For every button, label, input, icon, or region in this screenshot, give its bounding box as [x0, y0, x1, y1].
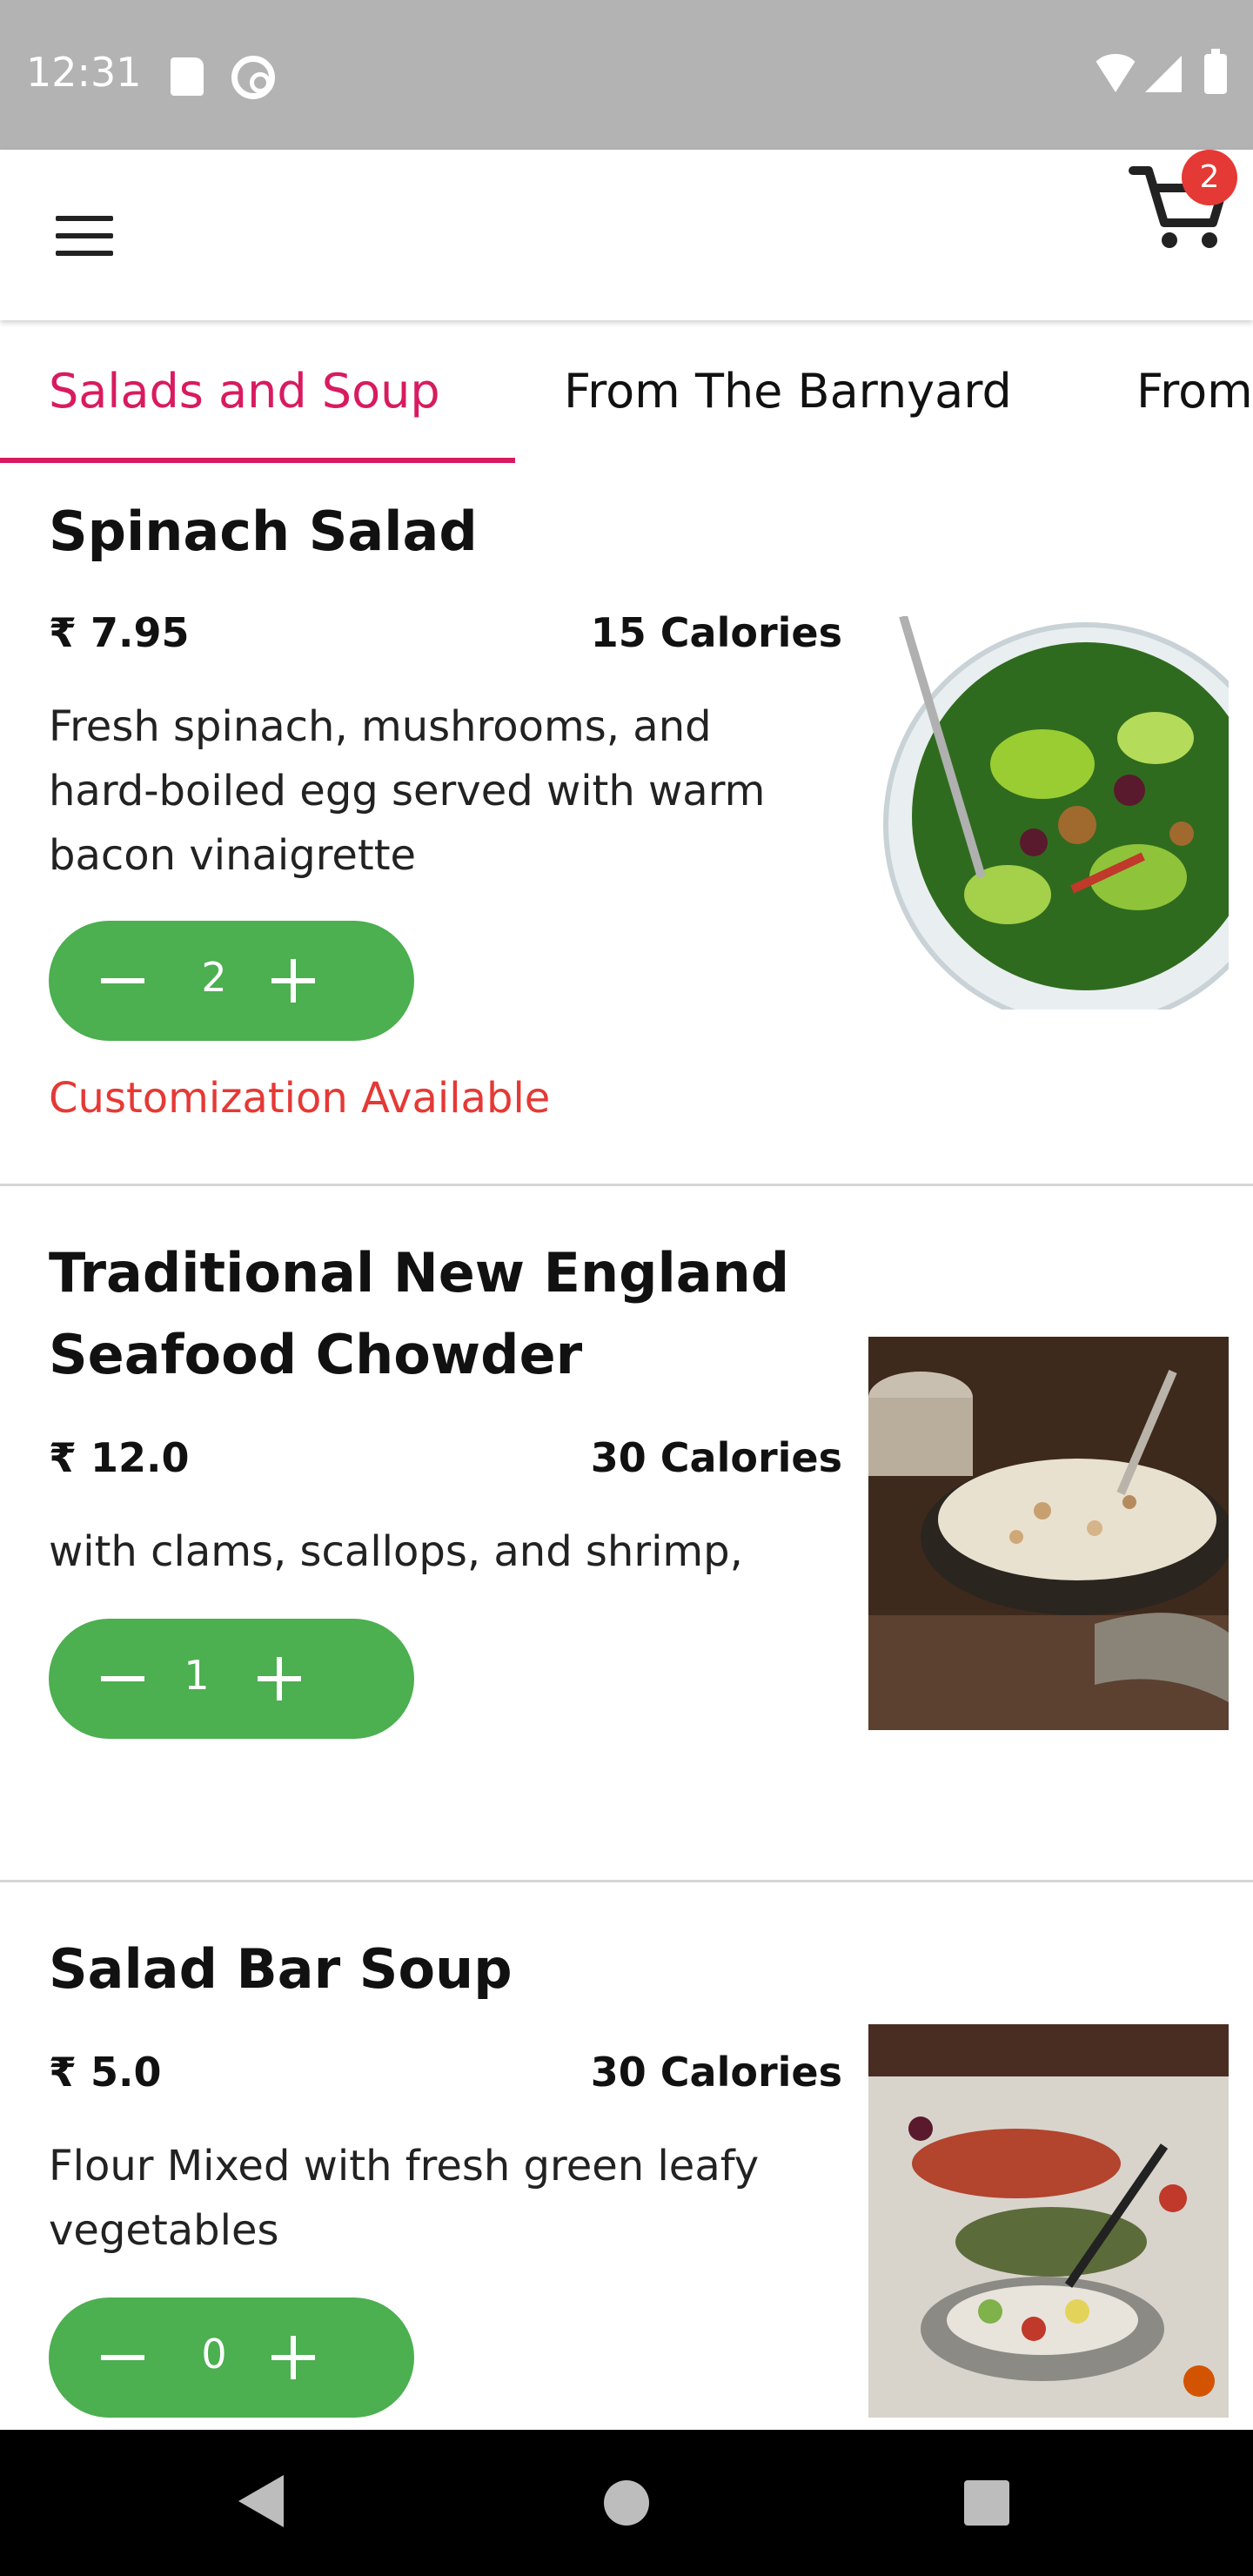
tab-from-the-barnyard[interactable]: From The Barnyard	[564, 364, 1012, 419]
item-divider	[0, 1880, 1253, 1882]
customization-note[interactable]: Customization Available	[49, 1074, 550, 1123]
item-title: Salad Bar Soup	[49, 1937, 513, 2001]
quantity-value: 0	[201, 2331, 227, 2378]
item-title: Traditional New England Seafood Chowder	[49, 1241, 790, 1386]
status-time: 12:31	[26, 49, 142, 96]
category-tabs: Salads and Soup From The Barnyard From	[0, 320, 1253, 465]
system-navigation-bar	[0, 2430, 1253, 2576]
plus-icon[interactable]	[258, 1657, 301, 1701]
back-icon[interactable]	[238, 2475, 284, 2527]
tab-indicator	[0, 458, 515, 463]
item-calories: 30 Calories	[590, 2049, 842, 2096]
recent-apps-icon[interactable]	[964, 2480, 1009, 2526]
menu-item: Traditional New England Seafood Chowder …	[0, 1187, 1253, 1883]
quantity-value: 2	[201, 954, 227, 1001]
battery-icon	[1204, 49, 1227, 94]
salad-bar-soup-image[interactable]	[868, 2024, 1229, 2418]
quantity-value: 1	[184, 1652, 210, 1699]
home-icon[interactable]	[604, 2480, 649, 2526]
sync-icon	[231, 56, 275, 99]
item-description: Fresh spinach, mushrooms, and hard-boile…	[49, 702, 766, 880]
cart-badge: 2	[1182, 150, 1237, 205]
menu-item: Spinach Salad ₹ 7.95 15 Calories Fresh s…	[0, 465, 1253, 1184]
menu-item: Salad Bar Soup ₹ 5.0 30 Calories Flour M…	[0, 1883, 1253, 2430]
minus-icon[interactable]	[101, 1676, 144, 1681]
tab-from[interactable]: From	[1136, 364, 1253, 419]
seafood-chowder-image[interactable]	[868, 1337, 1229, 1730]
app-bar	[0, 150, 1253, 320]
quantity-stepper: 1	[49, 1619, 414, 1739]
item-description: Flour Mixed with fresh green leafy veget…	[49, 2142, 760, 2255]
item-price: ₹ 5.0	[49, 2049, 162, 2096]
item-description: with clams, scallops, and shrimp,	[49, 1527, 743, 1576]
status-bar: 12:31	[0, 0, 1253, 150]
item-title: Spinach Salad	[49, 500, 478, 563]
menu-icon[interactable]	[56, 216, 113, 256]
minus-icon[interactable]	[101, 2355, 144, 2360]
quantity-stepper: 2	[49, 921, 414, 1041]
quantity-stepper: 0	[49, 2298, 414, 2418]
wifi-icon	[1091, 54, 1140, 92]
item-calories: 15 Calories	[590, 609, 842, 656]
tab-salads-and-soup[interactable]: Salads and Soup	[49, 364, 440, 419]
spinach-salad-image[interactable]	[868, 616, 1229, 1010]
item-price: ₹ 12.0	[49, 1434, 190, 1481]
plus-icon[interactable]	[271, 2336, 315, 2379]
plus-icon[interactable]	[271, 959, 315, 1003]
item-price: ₹ 7.95	[49, 609, 190, 656]
item-divider	[0, 1184, 1253, 1186]
sd-card-icon	[171, 57, 204, 96]
minus-icon[interactable]	[101, 978, 144, 983]
cell-signal-icon	[1145, 56, 1182, 92]
item-calories: 30 Calories	[590, 1434, 842, 1481]
